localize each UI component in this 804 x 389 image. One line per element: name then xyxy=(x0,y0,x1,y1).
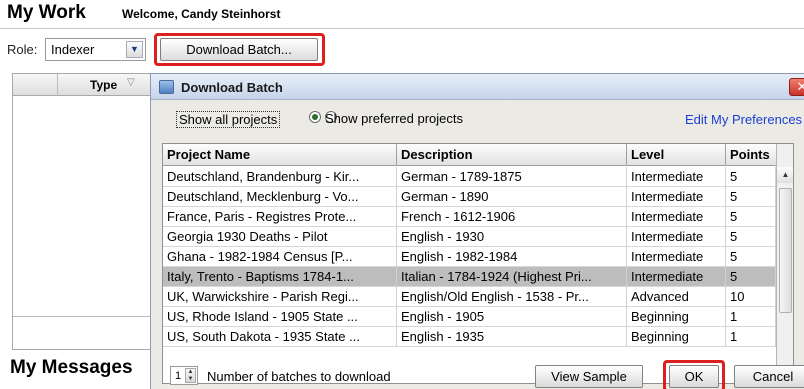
level-cell: Beginning xyxy=(627,327,726,347)
column-divider[interactable] xyxy=(57,74,58,96)
cancel-button[interactable]: Cancel xyxy=(734,365,804,388)
table-scrollbar[interactable]: ▲ ▼ xyxy=(776,144,793,383)
scroll-up-icon[interactable]: ▲ xyxy=(777,167,793,183)
description-cell: English - 1935 xyxy=(397,327,627,347)
edit-preferences-link[interactable]: Edit My Preferences xyxy=(685,112,802,127)
project-name-cell: Georgia 1930 Deaths - Pilot xyxy=(163,227,397,247)
description-cell: German - 1890 xyxy=(397,187,627,207)
points-cell: 1 xyxy=(726,307,776,327)
points-cell: 5 xyxy=(726,207,776,227)
dialog-title: Download Batch xyxy=(181,80,283,95)
project-name-cell: Deutschland, Mecklenburg - Vo... xyxy=(163,187,397,207)
column-header-project-name[interactable]: Project Name xyxy=(163,144,397,166)
table-row[interactable]: Ghana - 1982-1984 Census [P... English - … xyxy=(163,247,776,267)
points-cell: 1 xyxy=(726,327,776,347)
level-cell: Intermediate xyxy=(627,167,726,187)
points-cell: 5 xyxy=(726,187,776,207)
points-cell: 5 xyxy=(726,167,776,187)
table-row[interactable]: Italy, Trento - Baptisms 1784-1... Italia… xyxy=(163,267,776,287)
points-cell: 10 xyxy=(726,287,776,307)
type-column-header[interactable]: Type xyxy=(90,78,117,92)
app-icon xyxy=(159,80,174,94)
project-name-cell: US, South Dakota - 1935 State ... xyxy=(163,327,397,347)
dialog-title-bar[interactable]: Download Batch ✕ xyxy=(151,74,804,100)
points-cell: 5 xyxy=(726,227,776,247)
batch-count-label: Number of batches to download xyxy=(207,369,391,384)
welcome-message: Welcome, Candy Steinhorst xyxy=(122,7,281,21)
table-row[interactable]: Deutschland, Brandenburg - Kir... German … xyxy=(163,167,776,187)
level-cell: Beginning xyxy=(627,307,726,327)
description-cell: English - 1930 xyxy=(397,227,627,247)
sort-arrow-icon[interactable]: ▽ xyxy=(127,77,135,88)
download-batch-dialog: Download Batch ✕ Show all projects Show … xyxy=(150,73,804,389)
show-preferred-label[interactable]: Show preferred projects xyxy=(325,111,463,126)
app-window: My Work Welcome, Candy Steinhorst Role: … xyxy=(0,0,804,389)
page-title: My Work xyxy=(7,2,86,23)
table-row[interactable]: Georgia 1930 Deaths - Pilot English - 193… xyxy=(163,227,776,247)
header-divider xyxy=(0,28,804,29)
table-row[interactable]: France, Paris - Registres Prote... French… xyxy=(163,207,776,227)
points-cell: 5 xyxy=(726,247,776,267)
ok-button[interactable]: OK xyxy=(669,365,719,388)
project-name-cell: France, Paris - Registres Prote... xyxy=(163,207,397,227)
batch-count-value[interactable]: 1 xyxy=(175,370,181,382)
batch-count-stepper[interactable]: 1 ▲ ▼ xyxy=(170,366,198,385)
description-cell: Italian - 1784-1924 (Highest Pri... xyxy=(397,267,627,287)
download-batch-button[interactable]: Download Batch... xyxy=(160,38,318,61)
column-header-description[interactable]: Description xyxy=(397,144,627,166)
table-row[interactable]: US, South Dakota - 1935 State ... English… xyxy=(163,327,776,347)
work-list-divider xyxy=(13,316,151,317)
level-cell: Advanced xyxy=(627,287,726,307)
level-cell: Intermediate xyxy=(627,247,726,267)
work-list-header: Type ▽ xyxy=(13,74,151,96)
level-cell: Intermediate xyxy=(627,227,726,247)
description-cell: German - 1789-1875 xyxy=(397,167,627,187)
project-name-cell: UK, Warwickshire - Parish Regi... xyxy=(163,287,397,307)
description-cell: French - 1612-1906 xyxy=(397,207,627,227)
role-select[interactable]: Indexer ▼ xyxy=(45,38,146,61)
project-name-cell: US, Rhode Island - 1905 State ... xyxy=(163,307,397,327)
table-row[interactable]: Deutschland, Mecklenburg - Vo... German -… xyxy=(163,187,776,207)
description-cell: English - 1905 xyxy=(397,307,627,327)
stepper-arrows-icon[interactable]: ▲ ▼ xyxy=(185,368,196,383)
column-header-level[interactable]: Level xyxy=(627,144,726,166)
level-cell: Intermediate xyxy=(627,187,726,207)
work-list-panel: Type ▽ xyxy=(12,73,152,350)
level-cell: Intermediate xyxy=(627,207,726,227)
level-cell: Intermediate xyxy=(627,267,726,287)
project-name-cell: Ghana - 1982-1984 Census [P... xyxy=(163,247,397,267)
my-messages-heading: My Messages xyxy=(10,357,133,378)
description-cell: English/Old English - 1538 - Pr... xyxy=(397,287,627,307)
project-name-cell: Italy, Trento - Baptisms 1784-1... xyxy=(163,267,397,287)
role-label: Role: xyxy=(7,42,38,57)
chevron-down-icon[interactable]: ▼ xyxy=(126,41,143,58)
show-all-label[interactable]: Show all projects xyxy=(176,111,281,128)
show-preferred-radio[interactable] xyxy=(309,111,321,123)
table-row[interactable]: UK, Warwickshire - Parish Regi... English… xyxy=(163,287,776,307)
points-cell: 5 xyxy=(726,267,776,287)
description-cell: English - 1982-1984 xyxy=(397,247,627,267)
table-row[interactable]: US, Rhode Island - 1905 State ... English… xyxy=(163,307,776,327)
role-value: Indexer xyxy=(51,42,95,57)
project-name-cell: Deutschland, Brandenburg - Kir... xyxy=(163,167,397,187)
view-sample-button[interactable]: View Sample xyxy=(535,365,643,388)
projects-table: Project Name Description Level Points De… xyxy=(162,143,794,384)
scrollbar-thumb[interactable] xyxy=(779,188,792,313)
close-icon[interactable]: ✕ xyxy=(789,78,804,96)
